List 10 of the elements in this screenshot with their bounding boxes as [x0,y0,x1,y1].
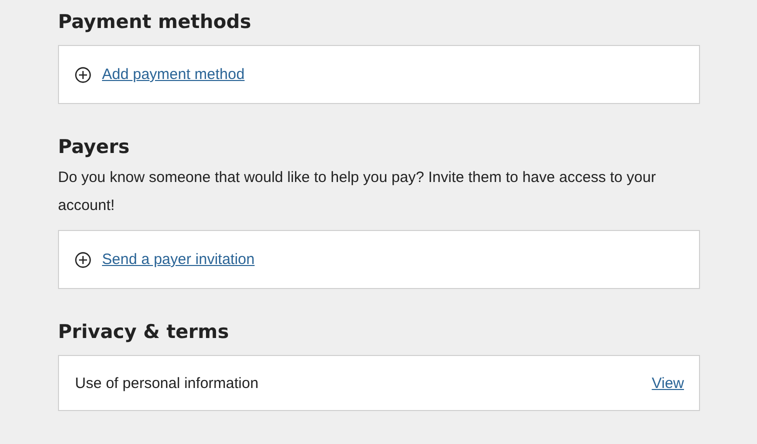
plus-circle-icon [75,66,91,82]
item-label: Use of personal information [75,374,258,392]
add-link[interactable]: Send a payer invitation [102,251,255,268]
view-link[interactable]: View [652,374,684,392]
section-heading: Payers [58,135,131,160]
plus-circle-icon [75,252,91,268]
section-description: Do you know someone that would like to help you pay? Invite them to have access to your account! [58,168,657,216]
section-heading: Payment methods [58,10,252,35]
section-heading: Privacy & terms [58,320,230,345]
add-link[interactable]: Add payment method [102,66,245,83]
